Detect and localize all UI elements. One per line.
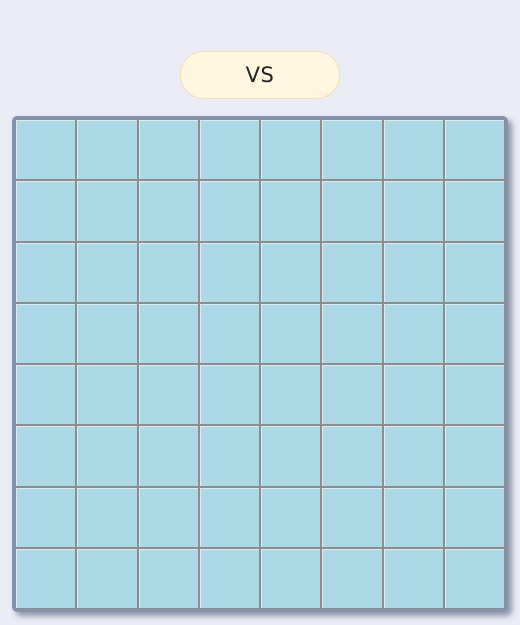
board-cell[interactable] <box>322 181 382 241</box>
board-cell[interactable] <box>199 487 259 547</box>
board-cell[interactable] <box>77 548 137 608</box>
game-board <box>12 116 508 612</box>
board-cell[interactable] <box>16 426 76 486</box>
board-cell[interactable] <box>383 120 443 180</box>
board-cell[interactable] <box>322 487 382 547</box>
board-cell[interactable] <box>261 303 321 363</box>
board-cell[interactable] <box>199 120 259 180</box>
board-cell[interactable] <box>199 242 259 302</box>
board-cell[interactable] <box>261 487 321 547</box>
game-panel: VS <box>0 0 520 625</box>
board-cell[interactable] <box>77 181 137 241</box>
board-cell[interactable] <box>199 303 259 363</box>
board-cell[interactable] <box>322 303 382 363</box>
board-cell[interactable] <box>138 548 198 608</box>
board-cell[interactable] <box>138 120 198 180</box>
board-cell[interactable] <box>383 487 443 547</box>
board-cell[interactable] <box>138 487 198 547</box>
board-cell[interactable] <box>16 242 76 302</box>
board-cell[interactable] <box>199 548 259 608</box>
board-cell[interactable] <box>261 365 321 425</box>
board-cell[interactable] <box>383 303 443 363</box>
board-cell[interactable] <box>77 487 137 547</box>
board-cell[interactable] <box>138 242 198 302</box>
board-cell[interactable] <box>383 426 443 486</box>
board-cell[interactable] <box>383 365 443 425</box>
board-cell[interactable] <box>322 242 382 302</box>
board-cell[interactable] <box>444 426 504 486</box>
board-cell[interactable] <box>77 242 137 302</box>
board-cell[interactable] <box>444 487 504 547</box>
board-cell[interactable] <box>261 181 321 241</box>
board-cell[interactable] <box>444 303 504 363</box>
board-cell[interactable] <box>199 365 259 425</box>
board-cell[interactable] <box>199 426 259 486</box>
board-cell[interactable] <box>444 365 504 425</box>
board-cell[interactable] <box>322 548 382 608</box>
board-cell[interactable] <box>138 365 198 425</box>
board-cell[interactable] <box>77 365 137 425</box>
board-cell[interactable] <box>383 548 443 608</box>
vs-indicator: VS <box>180 51 340 99</box>
board-cell[interactable] <box>322 426 382 486</box>
board-cell[interactable] <box>16 181 76 241</box>
board-cell[interactable] <box>138 303 198 363</box>
board-cell[interactable] <box>444 548 504 608</box>
board-cell[interactable] <box>261 120 321 180</box>
vs-label: VS <box>245 63 275 87</box>
board-cell[interactable] <box>261 426 321 486</box>
board-cell[interactable] <box>261 548 321 608</box>
board-cell[interactable] <box>138 426 198 486</box>
board-cell[interactable] <box>383 242 443 302</box>
board-cell[interactable] <box>138 181 198 241</box>
board-cell[interactable] <box>322 365 382 425</box>
board-cell[interactable] <box>383 181 443 241</box>
board-cell[interactable] <box>77 120 137 180</box>
board-cell[interactable] <box>77 426 137 486</box>
board-cell[interactable] <box>199 181 259 241</box>
board-cell[interactable] <box>16 120 76 180</box>
board-cell[interactable] <box>77 303 137 363</box>
board-cell[interactable] <box>16 487 76 547</box>
board-cell[interactable] <box>322 120 382 180</box>
board-cell[interactable] <box>444 242 504 302</box>
board-cell[interactable] <box>16 548 76 608</box>
board-cell[interactable] <box>444 181 504 241</box>
board-cell[interactable] <box>261 242 321 302</box>
board-cell[interactable] <box>16 303 76 363</box>
board-cell[interactable] <box>444 120 504 180</box>
board-cell[interactable] <box>16 365 76 425</box>
